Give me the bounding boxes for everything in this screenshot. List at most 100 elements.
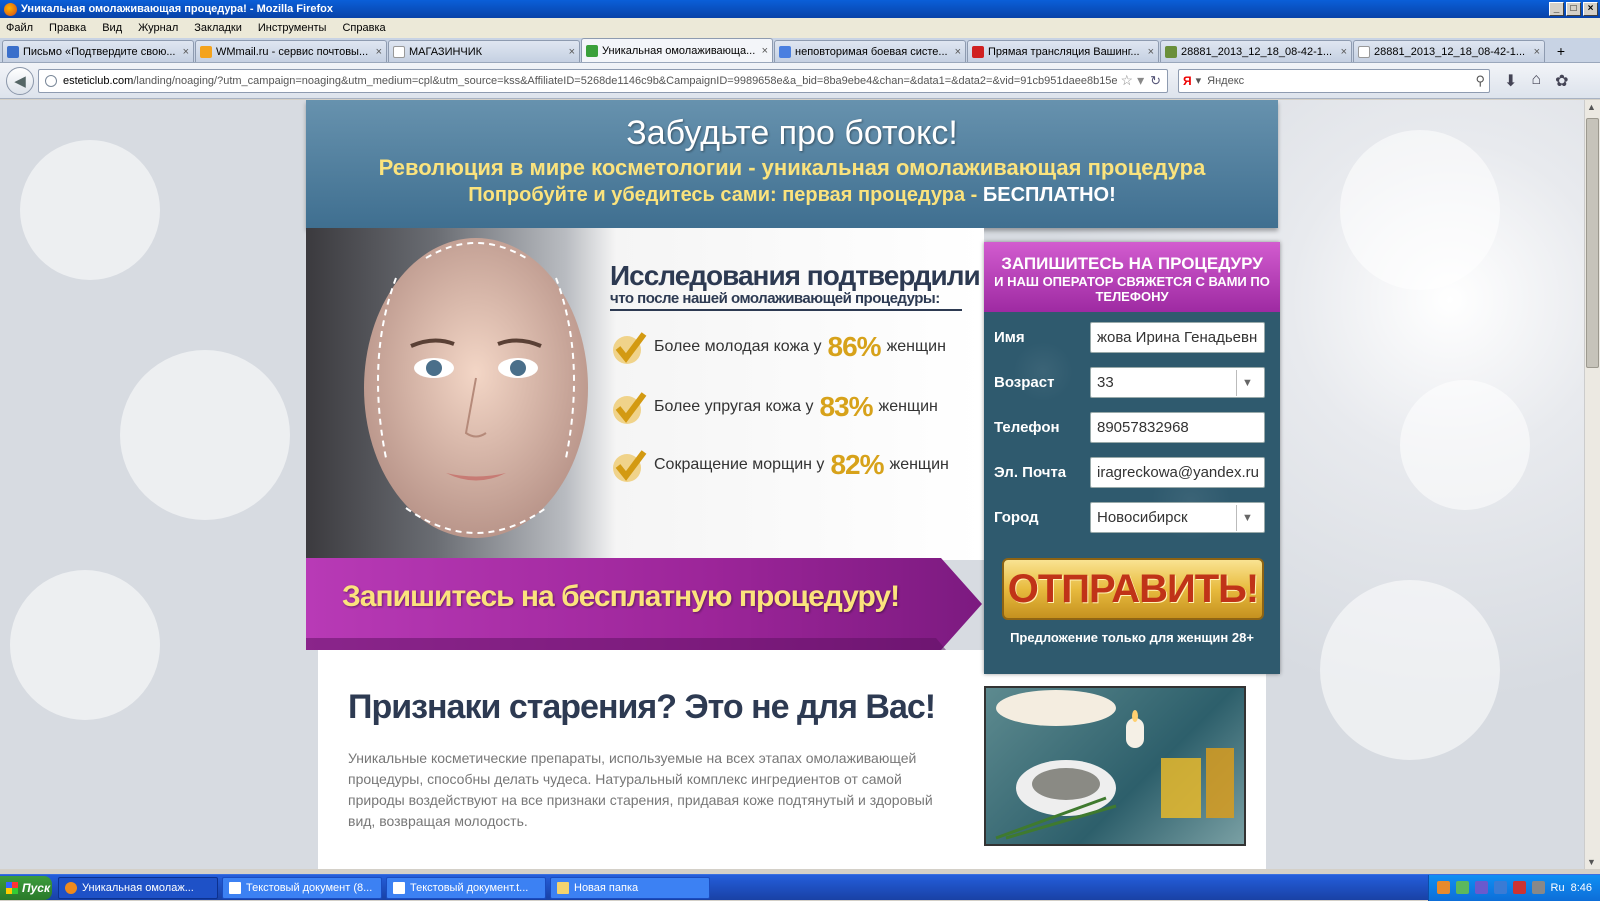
- addon-icon[interactable]: ✿: [1555, 71, 1568, 91]
- chevron-down-icon[interactable]: ▾: [1196, 74, 1202, 87]
- url-bar[interactable]: esteticlub.com/landing/noaging/?utm_camp…: [38, 68, 1168, 93]
- browser-window: Уникальная омолаживающая процедура! - Mo…: [0, 0, 1600, 901]
- menu-history[interactable]: Журнал: [138, 22, 178, 34]
- chevron-down-icon[interactable]: ▼: [1236, 369, 1258, 396]
- tray-app-icon[interactable]: [1531, 881, 1545, 894]
- name-field[interactable]: жова Ирина Генадьевна: [1090, 322, 1265, 353]
- menu-edit[interactable]: Правка: [49, 22, 86, 34]
- url-text: esteticlub.com/landing/noaging/?utm_camp…: [63, 74, 1117, 87]
- tray-app-icon[interactable]: [1512, 881, 1526, 894]
- field-label: Город: [994, 509, 1039, 526]
- close-tab-icon[interactable]: ×: [955, 46, 961, 58]
- ribbon-text: Запишитесь на бесплатную процедуру!: [342, 580, 900, 613]
- stat-percent: 82%: [830, 449, 884, 480]
- tab-7[interactable]: 28881_2013_12_18_08-42-1... ×: [1160, 40, 1352, 62]
- close-tab-icon[interactable]: ×: [1341, 46, 1347, 58]
- email-field[interactable]: iragreckowa@yandex.ru: [1090, 457, 1265, 488]
- field-label: Имя: [994, 329, 1025, 346]
- tab-label: МАГАЗИНЧИК: [409, 45, 483, 58]
- tab-2[interactable]: WMmail.ru - сервис почтовы... ×: [195, 40, 387, 62]
- new-tab-button[interactable]: +: [1550, 40, 1572, 62]
- face-image: [364, 238, 588, 538]
- close-tab-icon[interactable]: ×: [1148, 46, 1154, 58]
- field-label: Эл. Почта: [994, 464, 1067, 481]
- tray-app-icon[interactable]: [1493, 881, 1507, 894]
- notepad-icon: [393, 881, 405, 894]
- notepad-icon: [229, 881, 241, 894]
- section-title: Признаки старения? Это не для Вас!: [348, 688, 936, 726]
- menu-tools[interactable]: Инструменты: [258, 22, 327, 34]
- maximize-button[interactable]: □: [1566, 2, 1581, 16]
- age-row: Возраст 33 ▼: [994, 367, 1270, 398]
- home-icon[interactable]: ⌂: [1531, 71, 1541, 91]
- stat-row: Более молодая кожа у 86% женщин: [610, 328, 980, 366]
- studies-block: Исследования подтвердили что после нашей…: [610, 260, 981, 311]
- close-tab-icon[interactable]: ×: [376, 46, 382, 58]
- windows-icon: [6, 881, 18, 894]
- close-tab-icon[interactable]: ×: [1534, 46, 1540, 58]
- tab-8[interactable]: 28881_2013_12_18_08-42-1... ×: [1353, 40, 1545, 62]
- back-button[interactable]: ◀: [6, 66, 34, 95]
- scroll-down-icon[interactable]: ▼: [1587, 857, 1596, 867]
- clock: 8:46: [1570, 881, 1592, 894]
- free-offer-line: Попробуйте и убедитесь сами: первая проц…: [468, 184, 1116, 206]
- menu-file[interactable]: Файл: [6, 22, 33, 34]
- start-button[interactable]: Пуск: [0, 875, 52, 900]
- free-label: БЕСПЛАТНО!: [982, 184, 1116, 206]
- city-row: Город Новосибирск ▼: [994, 502, 1270, 533]
- submit-button[interactable]: ОТПРАВИТЬ!: [1002, 558, 1264, 620]
- scroll-thumb[interactable]: [1586, 118, 1599, 368]
- close-tab-icon[interactable]: ×: [762, 45, 768, 57]
- close-tab-icon[interactable]: ×: [569, 46, 575, 58]
- taskbar-item-folder[interactable]: Новая папка: [550, 876, 710, 899]
- search-icon[interactable]: ⚲: [1475, 73, 1485, 89]
- mail-icon: [7, 45, 19, 58]
- stat-row: Сокращение морщин у 82% женщин: [610, 446, 980, 484]
- page-icon: [1358, 45, 1370, 58]
- search-bar[interactable]: Я ▾ Яндекс ⚲: [1178, 68, 1490, 93]
- checkmark-icon: [613, 450, 647, 482]
- menu-view[interactable]: Вид: [102, 22, 122, 34]
- tab-label: неповторимая боевая систе...: [795, 45, 948, 58]
- reload-icon[interactable]: ↻: [1150, 73, 1161, 89]
- age-select[interactable]: 33 ▼: [1090, 367, 1265, 398]
- taskbar-item-doc2[interactable]: Текстовый документ.t...: [386, 876, 546, 899]
- email-row: Эл. Почта iragreckowa@yandex.ru: [994, 457, 1270, 488]
- form-title: ЗАПИШИТЕСЬ НА ПРОЦЕДУРУ: [1001, 254, 1263, 273]
- leaf-icon: [586, 44, 598, 57]
- close-button[interactable]: ×: [1583, 2, 1598, 16]
- wmmail-icon: [200, 45, 212, 58]
- globe-icon: [45, 74, 57, 87]
- tray-app-icon[interactable]: [1474, 881, 1488, 894]
- tray-app-icon[interactable]: [1436, 881, 1450, 894]
- menu-help[interactable]: Справка: [342, 22, 385, 34]
- phone-field[interactable]: 89057832968: [1090, 412, 1265, 443]
- offer-note: Предложение только для женщин 28+: [1010, 630, 1254, 645]
- tab-1[interactable]: Письмо «Подтвердите свою... ×: [2, 40, 194, 62]
- headline: Забудьте про ботокс!: [626, 114, 958, 152]
- signup-form: ЗАПИШИТЕСЬ НА ПРОЦЕДУРУ И НАШ ОПЕРАТОР С…: [984, 242, 1280, 674]
- taskbar-item-doc1[interactable]: Текстовый документ (8...: [222, 876, 382, 899]
- close-tab-icon[interactable]: ×: [183, 46, 189, 58]
- minimize-button[interactable]: _: [1549, 2, 1564, 16]
- bookmark-star-icon[interactable]: ☆: [1121, 72, 1134, 89]
- search-input[interactable]: Яндекс: [1207, 75, 1475, 87]
- scroll-up-icon[interactable]: ▲: [1587, 102, 1596, 112]
- vertical-scrollbar[interactable]: ▲ ▼: [1584, 100, 1600, 869]
- taskbar-item-firefox[interactable]: Уникальная омолаж...: [58, 876, 218, 899]
- language-indicator[interactable]: Ru: [1551, 882, 1565, 894]
- tab-4-active[interactable]: Уникальная омолаживающа... ×: [581, 38, 773, 62]
- signup-ribbon[interactable]: Запишитесь на бесплатную процедуру!: [306, 558, 996, 650]
- menu-bookmarks[interactable]: Закладки: [194, 22, 242, 34]
- chevron-down-icon[interactable]: ▼: [1236, 504, 1258, 531]
- nav-bar: ◀ esteticlub.com/landing/noaging/?utm_ca…: [0, 63, 1600, 99]
- landing-header: Забудьте про ботокс! Революция в мире ко…: [306, 100, 1278, 228]
- chevron-down-icon[interactable]: ▾: [1137, 72, 1144, 89]
- yandex-icon: Я: [1183, 73, 1192, 88]
- city-select[interactable]: Новосибирск ▼: [1090, 502, 1265, 533]
- download-icon[interactable]: ⬇: [1504, 71, 1517, 91]
- tab-3[interactable]: МАГАЗИНЧИК ×: [388, 40, 580, 62]
- tab-6[interactable]: Прямая трансляция Вашинг... ×: [967, 40, 1159, 62]
- tray-app-icon[interactable]: [1455, 881, 1469, 894]
- tab-5[interactable]: неповторимая боевая систе... ×: [774, 40, 966, 62]
